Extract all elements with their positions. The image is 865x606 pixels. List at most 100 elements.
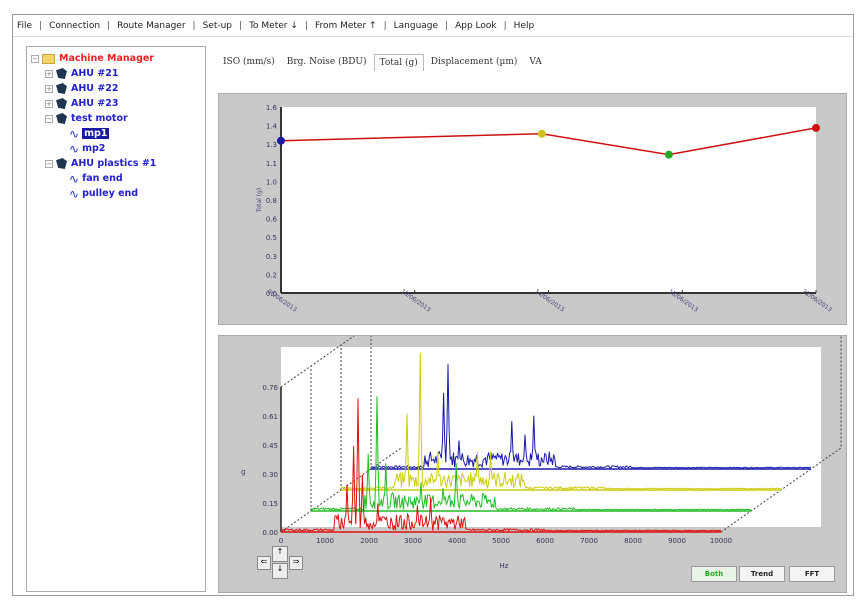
tab-3[interactable]: Displacement (µm) (426, 54, 523, 70)
y-tick-label: 1.3 (266, 141, 277, 149)
tree-node-machine[interactable]: − test motor (31, 111, 201, 126)
tab-2[interactable]: Total (g) (373, 53, 424, 71)
rotate-right-button[interactable]: ⇒ (289, 556, 303, 570)
tree-point-label: pulley end (82, 188, 139, 199)
tree-point-label: fan end (82, 173, 123, 184)
folder-icon (42, 53, 55, 64)
rotate-up-button[interactable]: ↑ (272, 546, 288, 562)
waveform-icon: ∿ (69, 126, 80, 141)
menu-item[interactable]: Help (514, 21, 535, 31)
tree-node-machine[interactable]: + AHU #22 (31, 81, 201, 96)
y-tick-label: 0.61 (262, 413, 278, 421)
trend-point (277, 136, 285, 145)
trend-chart: 0.00.20.30.50.60.81.01.11.31.41.606/06/2… (256, 104, 833, 314)
y-tick-label: 0.5 (266, 234, 277, 242)
y-tick-label: 0.8 (266, 197, 277, 205)
tree-node-machine[interactable]: + AHU #23 (31, 96, 201, 111)
tree-node-point[interactable]: ∿ pulley end (31, 186, 201, 201)
x-tick-label: 3000 (404, 537, 422, 545)
fft-button[interactable]: FFT (789, 566, 835, 582)
y-tick-label: 1.1 (266, 160, 277, 168)
view-rotate-control: ⇐ ↑ ↓ ⇒ (257, 546, 303, 580)
tree-node-machine[interactable]: − AHU plastics #1 (31, 156, 201, 171)
y-tick-label: 1.6 (266, 104, 278, 112)
menu-separator: | (304, 20, 308, 31)
app-window: File | Connection | Route Manager | Set-up | To … (12, 14, 854, 596)
machine-icon (56, 68, 67, 79)
menu-separator: | (107, 20, 111, 31)
y-tick-label: 0.76 (262, 384, 278, 392)
y-axis-label: g (241, 468, 245, 476)
trend-point (664, 150, 673, 159)
machine-icon (56, 158, 67, 169)
collapse-icon[interactable]: − (31, 54, 39, 63)
measurement-tabs: ISO (mm/s) Brg. Noise (BDU) Total (g) Displ… (218, 51, 549, 73)
fft-chart-panel: 0.00 0.15 0.30 0.45 0.61 0.76 0 1000 2000 3000 400… (218, 302, 847, 593)
collapse-icon[interactable]: − (45, 114, 53, 123)
expand-icon[interactable]: + (45, 84, 53, 93)
tab-4[interactable]: VA (524, 54, 546, 70)
menu-item[interactable]: Route Manager (117, 21, 185, 31)
x-axis-label: Hz (500, 562, 509, 570)
machine-icon (56, 113, 67, 124)
x-tick-label: 5000 (492, 537, 510, 545)
y-axis-label: Total (g) (256, 188, 263, 213)
menu-item[interactable]: Connection (49, 21, 100, 31)
menu-separator: | (383, 20, 387, 31)
tree-node-label: AHU #23 (71, 98, 119, 109)
tree-point-label: mp2 (82, 143, 106, 154)
tab-0[interactable]: ISO (mm/s) (218, 54, 280, 70)
menu-item[interactable]: Set-up (203, 21, 232, 31)
y-tick-label: 0.2 (266, 271, 277, 279)
x-tick-label: 9000 (668, 537, 686, 545)
both-button[interactable]: Both (691, 566, 737, 582)
tree-node-point[interactable]: ∿ mp1 (31, 126, 201, 141)
tree-root-label: Machine Manager (59, 53, 154, 64)
machine-tree[interactable]: − Machine Manager + AHU #21 + AHU #22 + AHU #2… (26, 46, 206, 592)
waterfall-fft-chart: 0.00 0.15 0.30 0.45 0.61 0.76 0 1000 2000 3000 400… (241, 302, 842, 570)
menu-item[interactable]: App Look (455, 21, 497, 31)
menu-separator: | (39, 20, 43, 31)
y-tick-label: 0.3 (266, 253, 277, 261)
y-tick-label: 1.0 (266, 178, 277, 186)
waveform-icon: ∿ (69, 141, 80, 156)
y-tick-label: 0.15 (262, 500, 278, 508)
tree-root[interactable]: − Machine Manager (31, 51, 201, 66)
tree-node-point[interactable]: ∿ fan end (31, 171, 201, 186)
y-tick-label: 0.6 (266, 216, 278, 224)
x-tick-label: 1000 (316, 537, 334, 545)
tree-point-label: mp1 (82, 128, 110, 139)
tree-node-label: AHU #21 (71, 68, 119, 79)
tree-node-label: AHU #22 (71, 83, 119, 94)
expand-icon[interactable]: + (45, 69, 53, 78)
rotate-down-button[interactable]: ↓ (272, 563, 288, 579)
trend-chart-panel: 0.0 0.2 0.3 0.5 0.6 0.8 1.0 1.1 1.3 1.4 1.6 06/06/2… (218, 93, 847, 325)
tab-1[interactable]: Brg. Noise (BDU) (282, 54, 372, 70)
trend-point (812, 123, 820, 132)
menu-separator: | (192, 20, 196, 31)
menu-item[interactable]: From Meter ↑ (315, 21, 377, 31)
tree-node-machine[interactable]: + AHU #21 (31, 66, 201, 81)
x-tick-label: 6000 (536, 537, 554, 545)
x-tick-label: 2000 (360, 537, 378, 545)
tree-node-label: AHU plastics #1 (71, 158, 157, 169)
trend-button[interactable]: Trend (739, 566, 785, 582)
expand-icon[interactable]: + (45, 99, 53, 108)
menu-bar: File | Connection | Route Manager | Set-up | To … (13, 15, 853, 37)
menu-item[interactable]: File (17, 21, 32, 31)
x-tick-label: 22/06/2013 (801, 288, 833, 314)
rotate-left-button[interactable]: ⇐ (257, 556, 271, 570)
tree-node-point[interactable]: ∿ mp2 (31, 141, 201, 156)
menu-item[interactable]: To Meter ↓ (249, 21, 298, 31)
trend-point (537, 129, 546, 138)
collapse-icon[interactable]: − (45, 159, 53, 168)
tree-node-label: test motor (71, 113, 128, 124)
menu-separator: | (239, 20, 243, 31)
machine-icon (56, 98, 67, 109)
menu-separator: | (445, 20, 449, 31)
y-tick-label: 0.45 (262, 442, 278, 450)
x-tick-label: 4000 (448, 537, 466, 545)
x-tick-label: 0 (279, 537, 283, 545)
y-tick-label: 0.30 (262, 471, 278, 479)
menu-item[interactable]: Language (394, 21, 438, 31)
